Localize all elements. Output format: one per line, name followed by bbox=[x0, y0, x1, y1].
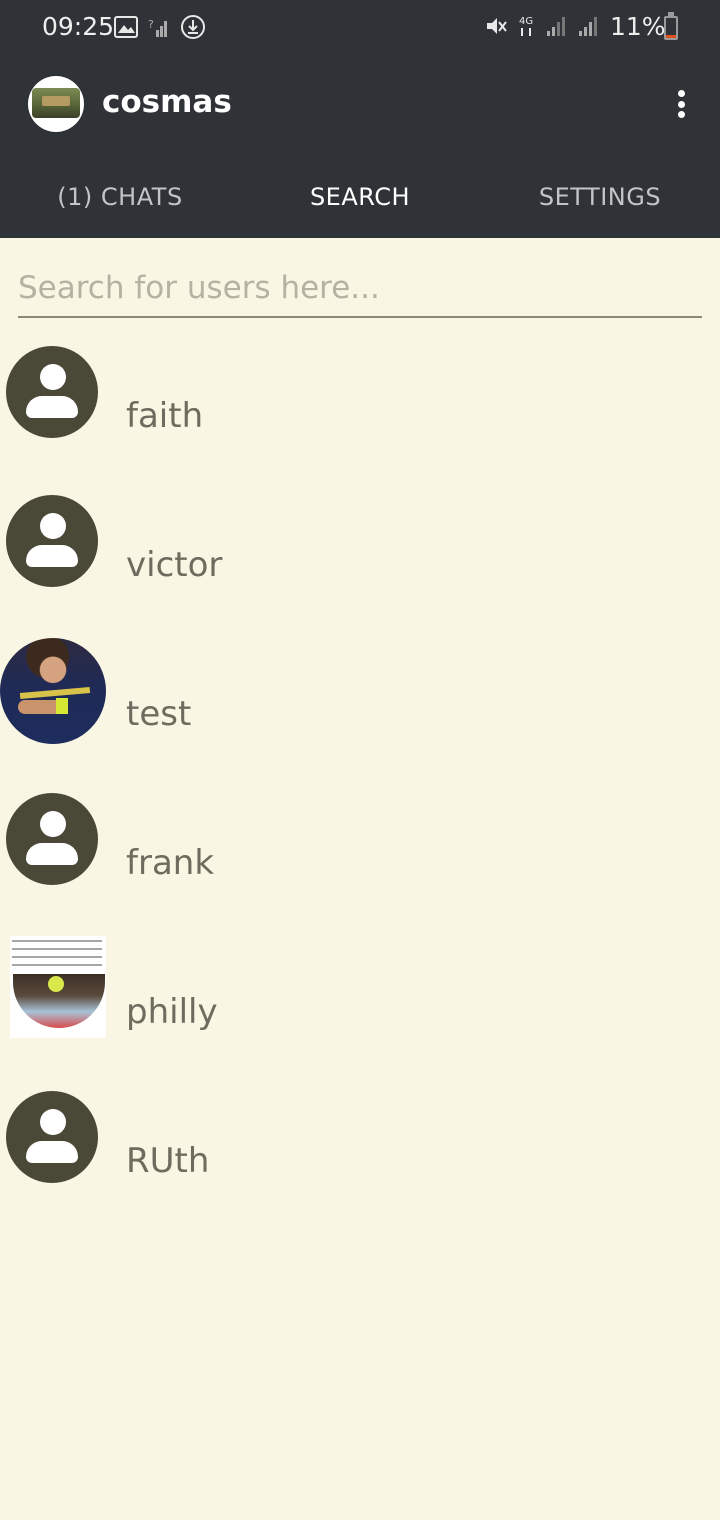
search-input[interactable] bbox=[18, 262, 702, 314]
tab-settings[interactable]: SETTINGS bbox=[480, 156, 720, 238]
user-photo-avatar bbox=[0, 638, 106, 744]
svg-text:4G: 4G bbox=[519, 16, 533, 27]
tab-search[interactable]: SEARCH bbox=[240, 156, 480, 238]
signal-question-icon: ? bbox=[148, 18, 167, 37]
signal-icon bbox=[579, 17, 597, 36]
signal-icon bbox=[547, 17, 565, 36]
list-item[interactable]: faith bbox=[0, 326, 720, 475]
status-bar: 09:25 ? 4G 11% bbox=[0, 0, 720, 56]
list-item[interactable]: victor bbox=[0, 475, 720, 624]
status-left-icons: ? bbox=[114, 14, 206, 40]
user-name: test bbox=[126, 694, 192, 734]
app-bar: cosmas bbox=[0, 56, 720, 156]
default-person-icon bbox=[6, 346, 98, 438]
profile-avatar[interactable] bbox=[28, 76, 84, 132]
user-list: faith victor test frank philly RUth bbox=[0, 326, 720, 1220]
mute-icon bbox=[487, 18, 507, 34]
svg-text:?: ? bbox=[148, 18, 154, 31]
profile-picture bbox=[32, 88, 80, 118]
user-name: faith bbox=[126, 396, 204, 436]
list-item[interactable]: RUth bbox=[0, 1071, 720, 1220]
status-time: 09:25 bbox=[42, 12, 115, 41]
user-name: RUth bbox=[126, 1141, 210, 1181]
battery-percent: 11% bbox=[610, 12, 666, 41]
search-field bbox=[18, 262, 702, 318]
user-name: frank bbox=[126, 843, 215, 883]
user-name: philly bbox=[126, 992, 218, 1032]
list-item[interactable]: philly bbox=[0, 922, 720, 1071]
list-item[interactable]: test bbox=[0, 624, 720, 773]
download-icon bbox=[181, 15, 205, 39]
app-title: cosmas bbox=[102, 84, 232, 120]
user-name: victor bbox=[126, 545, 223, 585]
4g-icon: 4G bbox=[519, 16, 533, 36]
user-photo-avatar bbox=[10, 936, 106, 1038]
default-person-icon bbox=[6, 793, 98, 885]
default-person-icon bbox=[6, 495, 98, 587]
list-item[interactable]: frank bbox=[0, 773, 720, 922]
image-icon bbox=[114, 16, 138, 38]
default-person-icon bbox=[6, 1091, 98, 1183]
status-right-icons: 4G bbox=[484, 14, 600, 38]
tab-chats[interactable]: (1) CHATS bbox=[0, 156, 240, 238]
battery-icon bbox=[664, 12, 678, 40]
tab-bar: (1) CHATS SEARCH SETTINGS bbox=[0, 156, 720, 238]
more-vert-icon[interactable] bbox=[664, 84, 698, 124]
